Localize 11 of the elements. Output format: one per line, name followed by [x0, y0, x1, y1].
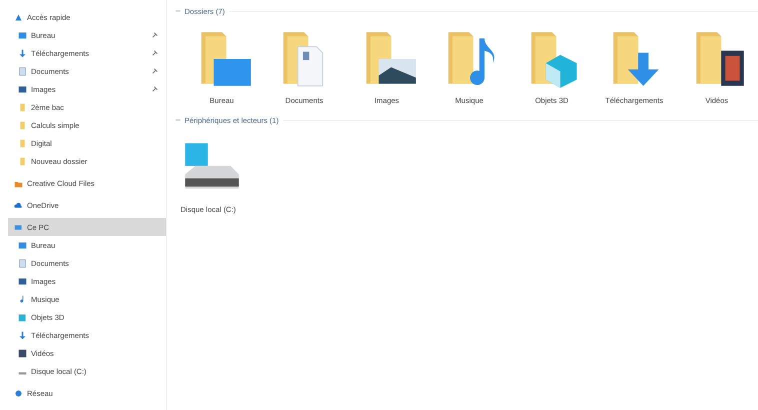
- pc-icon: [14, 222, 23, 232]
- collapse-icon[interactable]: [174, 8, 180, 14]
- videos-icon: [18, 348, 27, 358]
- desktop-icon: [18, 30, 27, 40]
- cloud-icon: [14, 200, 23, 210]
- documents-icon: [18, 66, 27, 76]
- download-icon: [18, 48, 27, 58]
- desktop-icon: [18, 240, 27, 250]
- download-icon: [18, 330, 27, 340]
- collapse-icon[interactable]: [174, 117, 180, 123]
- documents-icon: [18, 258, 27, 268]
